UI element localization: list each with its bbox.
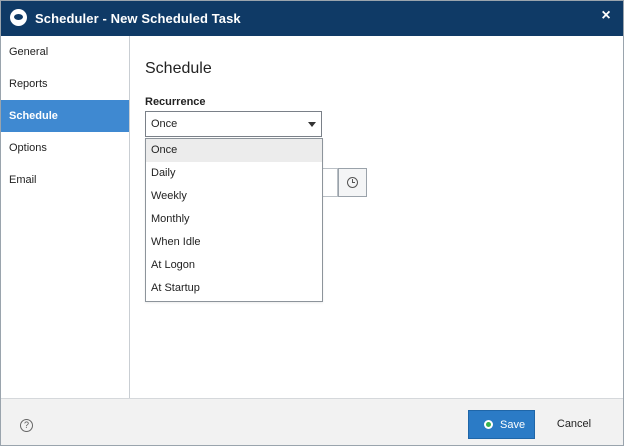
dialog-footer: ? Save Cancel bbox=[1, 398, 623, 445]
recurrence-dropdown-list: Once Daily Weekly Monthly When Idle At L… bbox=[145, 138, 323, 302]
dropdown-option-weekly[interactable]: Weekly bbox=[146, 185, 322, 208]
sidebar: General Reports Schedule Options Email bbox=[1, 36, 130, 398]
help-icon[interactable]: ? bbox=[20, 419, 33, 432]
sidebar-item-email[interactable]: Email bbox=[1, 164, 129, 196]
dropdown-option-at-logon[interactable]: At Logon bbox=[146, 254, 322, 277]
sidebar-item-label: Schedule bbox=[9, 110, 58, 122]
sidebar-item-label: Email bbox=[9, 174, 37, 186]
window-title: Scheduler - New Scheduled Task bbox=[35, 11, 241, 26]
recurrence-selected-value: Once bbox=[151, 118, 178, 130]
scheduler-window: Scheduler - New Scheduled Task × General… bbox=[0, 0, 624, 446]
sidebar-item-label: General bbox=[9, 46, 49, 58]
recurrence-select[interactable]: Once bbox=[145, 111, 322, 137]
dropdown-option-monthly[interactable]: Monthly bbox=[146, 208, 322, 231]
dropdown-option-when-idle[interactable]: When Idle bbox=[146, 231, 322, 254]
sidebar-item-reports[interactable]: Reports bbox=[1, 68, 129, 100]
dropdown-option-at-startup[interactable]: At Startup bbox=[146, 277, 322, 300]
time-picker-button[interactable] bbox=[338, 168, 367, 197]
save-icon bbox=[484, 420, 493, 429]
dropdown-option-daily[interactable]: Daily bbox=[146, 162, 322, 185]
clock-icon bbox=[347, 177, 358, 188]
sidebar-item-schedule[interactable]: Schedule bbox=[1, 100, 129, 132]
page-title: Schedule bbox=[145, 60, 212, 77]
dropdown-option-once[interactable]: Once bbox=[146, 139, 322, 162]
sidebar-item-general[interactable]: General bbox=[1, 36, 129, 68]
dropdown-arrow-icon bbox=[308, 122, 316, 127]
save-button-label: Save bbox=[500, 419, 526, 431]
main-content: Schedule Recurrence Once Once Daily Week… bbox=[130, 36, 623, 398]
app-logo-icon bbox=[10, 9, 27, 26]
recurrence-label: Recurrence bbox=[145, 96, 206, 108]
close-icon[interactable]: × bbox=[596, 6, 616, 26]
cancel-button[interactable]: Cancel bbox=[541, 410, 607, 439]
title-bar: Scheduler - New Scheduled Task × bbox=[1, 1, 623, 36]
sidebar-item-label: Reports bbox=[9, 78, 48, 90]
sidebar-item-label: Options bbox=[9, 142, 47, 154]
start-time-input[interactable] bbox=[322, 168, 338, 197]
save-button[interactable]: Save bbox=[468, 410, 535, 439]
sidebar-item-options[interactable]: Options bbox=[1, 132, 129, 164]
